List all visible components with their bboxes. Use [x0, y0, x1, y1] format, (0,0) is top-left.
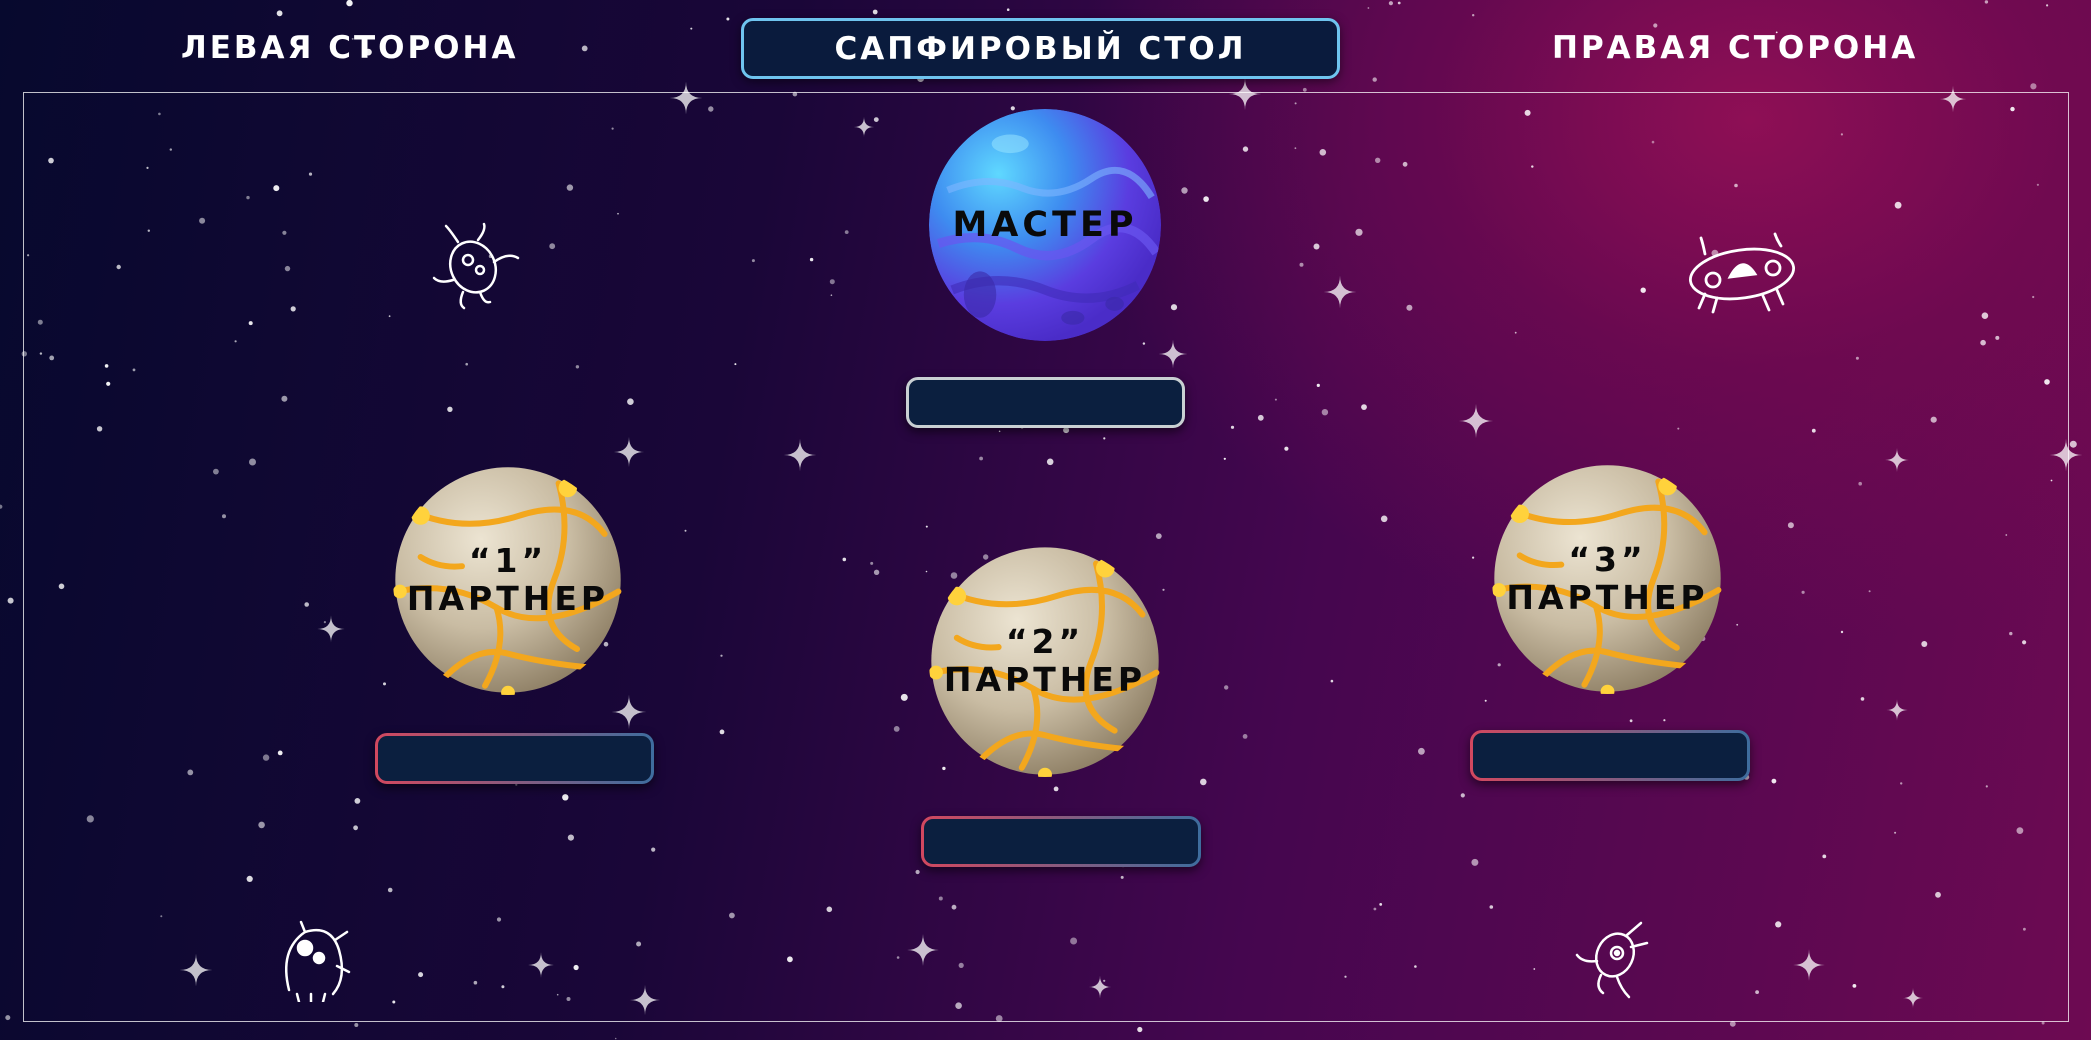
alien-doodle-icon [1575, 921, 1649, 999]
partner2-name-box[interactable] [921, 816, 1201, 867]
monster-doodle-icon [285, 920, 351, 1002]
alien-doodle-icon [432, 222, 520, 310]
master-label-text: МАСТЕР [952, 204, 1138, 245]
partner3-name-box[interactable] [1470, 730, 1750, 781]
partner1-name-box[interactable] [375, 733, 654, 784]
partner2-label: “2” ПАРТНЕР [929, 545, 1161, 777]
master-name-box[interactable] [906, 377, 1185, 428]
partner2-label-text: ПАРТНЕР [943, 660, 1147, 699]
partner2-number: “2” [1005, 622, 1085, 662]
master-label: МАСТЕР [929, 109, 1161, 341]
partner3-label-text: ПАРТНЕР [1506, 577, 1709, 617]
right-side-title: ПРАВАЯ СТОРОНА [1552, 30, 1919, 66]
table-title: САПФИРОВЫЙ СТОЛ [741, 18, 1340, 79]
partner1-label-text: ПАРТНЕР [406, 579, 610, 618]
left-side-title: ЛЕВАЯ СТОРОНА [181, 30, 519, 66]
partner3-number: “3” [1568, 539, 1647, 579]
partner1-label: “1” ПАРТНЕР [393, 465, 623, 695]
partner3-label: “3” ПАРТНЕР [1492, 463, 1723, 694]
partner1-number: “1” [468, 541, 548, 581]
ufo-doodle-icon [1688, 232, 1796, 314]
